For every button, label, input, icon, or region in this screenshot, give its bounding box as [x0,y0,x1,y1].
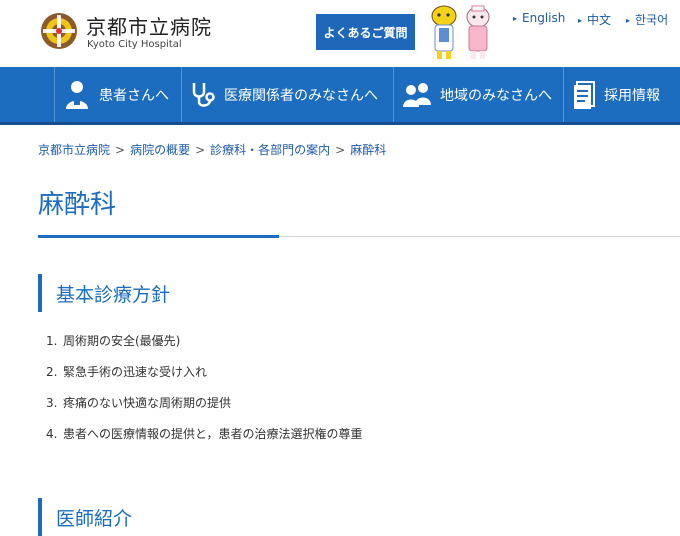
page-title: 麻酔科 [38,190,117,220]
faq-button[interactable]: よくあるご質問 [316,14,415,50]
breadcrumb-link-overview[interactable]: 病院の概要 [130,143,190,157]
nav-item-label: 地域のみなさんへ [440,87,552,104]
hospital-logo-icon[interactable] [40,12,78,50]
breadcrumb-link-home[interactable]: 京都市立病院 [38,143,110,157]
breadcrumb-link-current[interactable]: 麻酔科 [350,143,386,157]
nav-item-patients[interactable]: 患者さんへ [55,67,189,122]
title-divider-accent [38,235,279,238]
list-item-number: 4. [46,427,58,441]
list-item-text: 周術期の安全(最優先) [63,334,181,348]
list-item-number: 2. [46,365,58,379]
list-item-text: 疼痛のない快適な周術期の提供 [63,396,232,410]
list-item-text: 緊急手術の迅速な受け入れ [63,365,208,379]
document-icon [574,80,595,109]
policy-list: 1. 周術期の安全(最優先) 2. 緊急手術の迅速な受け入れ 3. 疼痛のない快適な周… [46,331,363,455]
list-item-text: 患者への医療情報の提供と，患者の治療法選択権の尊重 [63,427,363,441]
lang-english-link[interactable]: English [513,11,565,25]
section-heading-doctors: 医師紹介 [38,498,132,536]
list-item: 2. 緊急手術の迅速な受け入れ [46,362,363,393]
breadcrumb-link-departments[interactable]: 診療科・各部門の案内 [210,143,330,157]
list-item-number: 3. [46,396,58,410]
breadcrumb-separator: > [115,143,126,157]
people-icon [403,82,431,107]
list-item: 1. 周術期の安全(最優先) [46,331,363,362]
list-item: 4. 患者への医療情報の提供と，患者の治療法選択権の尊重 [46,424,363,455]
section-heading-policy: 基本診療方針 [38,274,170,312]
list-item-number: 1. [46,334,58,348]
patient-icon [66,80,88,109]
list-item: 3. 疼痛のない快適な周術期の提供 [46,393,363,424]
nav-item-label: 医療関係者のみなさんへ [224,87,378,104]
lang-chinese-link[interactable]: 中文 [578,11,611,28]
nav-item-label: 患者さんへ [99,87,169,104]
nav-item-recruitment[interactable]: 採用情報 [564,67,680,122]
breadcrumb-separator: > [335,143,346,157]
lang-korean-link[interactable]: 한국어 [626,11,668,28]
logo-title[interactable]: 京都市立病院 [86,11,212,40]
nav-item-label: 採用情報 [604,87,660,104]
site-header: 京都市立病院 Kyoto City Hospital よくあるご質問 Engli… [0,0,680,67]
nav-item-medical-staff[interactable]: 医療関係者のみなさんへ [182,67,401,122]
stethoscope-icon [192,82,215,107]
global-nav: 患者さんへ 医療関係者のみなさんへ 地域のみなさんへ 採用情報 [0,67,680,125]
breadcrumb: 京都市立病院 > 病院の概要 > 診療科・各部門の案内 > 麻酔科 [38,141,386,158]
breadcrumb-separator: > [195,143,206,157]
nav-item-community[interactable]: 地域のみなさんへ [394,67,571,122]
mascot-characters-icon [431,5,490,59]
logo-subtitle: Kyoto City Hospital [87,39,182,50]
